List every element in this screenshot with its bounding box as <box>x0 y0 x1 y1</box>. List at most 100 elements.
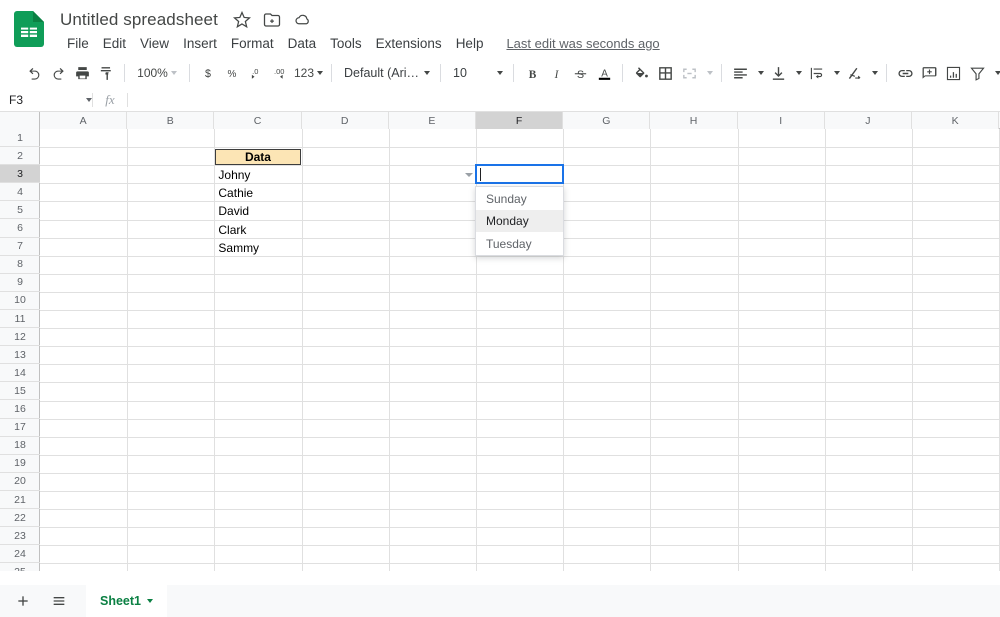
font-size-select[interactable]: 10 <box>447 61 507 85</box>
menu-file[interactable]: File <box>60 35 96 52</box>
insert-comment-button[interactable] <box>917 61 941 85</box>
row-header-19[interactable]: 19 <box>0 455 40 473</box>
star-icon[interactable] <box>232 11 251 29</box>
row-header-14[interactable]: 14 <box>0 364 40 383</box>
horizontal-align-button[interactable] <box>728 61 752 85</box>
active-cell-editor[interactable] <box>475 164 565 185</box>
redo-button[interactable] <box>46 61 70 85</box>
row-header-18[interactable]: 18 <box>0 437 40 455</box>
menu-tools[interactable]: Tools <box>323 35 369 52</box>
cell-c6[interactable]: Clark <box>215 221 300 239</box>
cloud-saved-icon[interactable] <box>293 11 311 29</box>
vertical-align-button[interactable] <box>766 61 790 85</box>
font-family-select[interactable]: Default (Ari… <box>338 61 434 85</box>
menu-insert[interactable]: Insert <box>176 35 224 52</box>
column-header-f[interactable]: F <box>476 112 564 129</box>
autocomplete-option-sunday[interactable]: Sunday <box>476 187 563 210</box>
cell-area[interactable]: Data Sunday Monday Tuesday Johny Cathie Davi… <box>40 129 1000 571</box>
row-header-12[interactable]: 12 <box>0 328 40 347</box>
row-header-22[interactable]: 22 <box>0 509 40 528</box>
insert-link-button[interactable] <box>893 61 917 85</box>
sheet-tab-sheet1[interactable]: Sheet1 <box>86 585 167 617</box>
filter-dropdown[interactable] <box>989 61 1000 85</box>
column-header-j[interactable]: J <box>824 112 912 129</box>
page-title[interactable]: Untitled spreadsheet <box>57 9 221 31</box>
row-header-16[interactable]: 16 <box>0 401 40 419</box>
cell-c5[interactable]: David <box>215 202 300 220</box>
row-header-11[interactable]: 11 <box>0 310 40 328</box>
row-header-10[interactable]: 10 <box>0 292 40 310</box>
currency-format-button[interactable]: $ <box>196 61 220 85</box>
text-wrapping-button[interactable] <box>804 61 828 85</box>
cell-c4[interactable]: Cathie <box>215 184 300 202</box>
chevron-down-icon[interactable] <box>147 599 153 603</box>
row-header-3[interactable]: 3 <box>0 165 40 184</box>
row-header-17[interactable]: 17 <box>0 419 40 437</box>
insert-chart-button[interactable] <box>941 61 965 85</box>
column-header-a[interactable]: A <box>40 112 128 129</box>
undo-button[interactable] <box>22 61 46 85</box>
last-edit-status[interactable]: Last edit was seconds ago <box>506 36 659 51</box>
merge-cells-button[interactable] <box>677 61 701 85</box>
text-wrapping-dropdown[interactable] <box>828 61 842 85</box>
menu-data[interactable]: Data <box>281 35 324 52</box>
select-all-corner[interactable] <box>0 112 40 129</box>
column-header-k[interactable]: K <box>912 112 1000 129</box>
more-formats-button[interactable]: 123 <box>292 61 325 85</box>
row-header-5[interactable]: 5 <box>0 201 40 220</box>
menu-edit[interactable]: Edit <box>96 35 133 52</box>
column-header-c[interactable]: C <box>214 112 302 129</box>
text-rotation-button[interactable] <box>842 61 866 85</box>
column-header-i[interactable]: I <box>737 112 825 129</box>
row-header-24[interactable]: 24 <box>0 545 40 564</box>
menu-help[interactable]: Help <box>449 35 491 52</box>
paint-format-button[interactable] <box>94 61 118 85</box>
column-header-h[interactable]: H <box>650 112 738 129</box>
italic-button[interactable]: I <box>544 61 568 85</box>
menu-view[interactable]: View <box>133 35 176 52</box>
percent-format-button[interactable]: % <box>220 61 244 85</box>
row-header-4[interactable]: 4 <box>0 183 40 202</box>
column-header-b[interactable]: B <box>127 112 215 129</box>
increase-decimal-button[interactable]: .00 <box>268 61 292 85</box>
row-header-13[interactable]: 13 <box>0 346 40 365</box>
merge-cells-dropdown[interactable] <box>701 61 715 85</box>
column-header-d[interactable]: D <box>301 112 389 129</box>
bold-button[interactable]: B <box>520 61 544 85</box>
chevron-down-icon[interactable] <box>463 169 474 180</box>
column-header-e[interactable]: E <box>388 112 476 129</box>
row-header-15[interactable]: 15 <box>0 382 40 401</box>
row-header-25[interactable]: 25 <box>0 563 40 571</box>
all-sheets-button[interactable] <box>46 588 72 614</box>
fill-color-button[interactable] <box>629 61 653 85</box>
row-header-8[interactable]: 8 <box>0 256 40 274</box>
row-header-9[interactable]: 9 <box>0 274 40 292</box>
print-button[interactable] <box>70 61 94 85</box>
cell-c3[interactable]: Johny <box>215 166 300 184</box>
row-header-7[interactable]: 7 <box>0 238 40 256</box>
cell-c2-data-header[interactable]: Data <box>215 148 301 165</box>
move-to-folder-icon[interactable] <box>263 11 281 29</box>
autocomplete-dropdown[interactable]: Sunday Monday Tuesday <box>475 186 565 256</box>
row-header-23[interactable]: 23 <box>0 527 40 546</box>
create-filter-button[interactable] <box>965 61 989 85</box>
row-header-6[interactable]: 6 <box>0 220 40 238</box>
add-sheet-button[interactable] <box>10 588 36 614</box>
menu-format[interactable]: Format <box>224 35 281 52</box>
cell-c7[interactable]: Sammy <box>215 239 300 257</box>
decrease-decimal-button[interactable]: .0 <box>244 61 268 85</box>
vertical-align-dropdown[interactable] <box>790 61 804 85</box>
formula-input[interactable] <box>128 89 1000 112</box>
row-header-2[interactable]: 2 <box>0 147 40 166</box>
row-header-20[interactable]: 20 <box>0 473 40 491</box>
horizontal-align-dropdown[interactable] <box>752 61 766 85</box>
autocomplete-option-tuesday[interactable]: Tuesday <box>476 232 563 255</box>
autocomplete-option-monday[interactable]: Monday <box>476 209 564 233</box>
zoom-select[interactable]: 100% <box>131 61 183 85</box>
column-header-g[interactable]: G <box>563 112 651 129</box>
row-header-21[interactable]: 21 <box>0 491 40 509</box>
name-box[interactable]: F3 <box>0 89 92 112</box>
menu-extensions[interactable]: Extensions <box>369 35 449 52</box>
borders-button[interactable] <box>653 61 677 85</box>
strikethrough-button[interactable]: S <box>568 61 592 85</box>
